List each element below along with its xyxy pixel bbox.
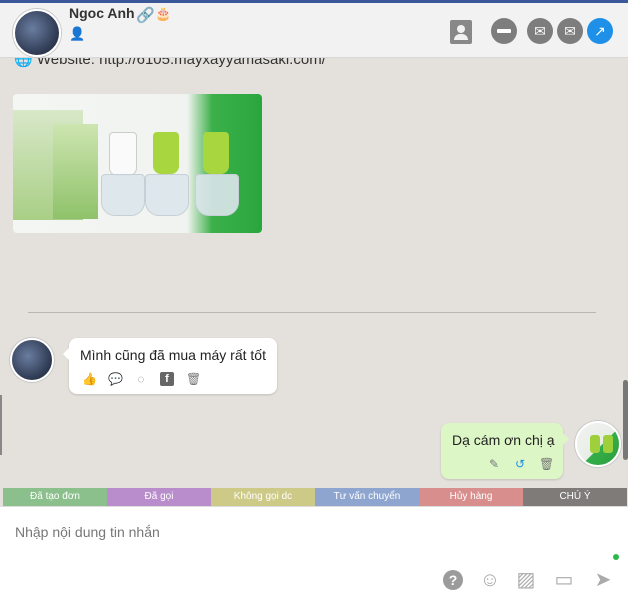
facebook-icon[interactable]: f xyxy=(160,372,174,386)
tag-consult-transfer[interactable]: Tư vấn chuyển xyxy=(315,488,419,506)
emoji-icon[interactable]: ☺ xyxy=(479,569,501,591)
birthday-cake-icon: 🎂 xyxy=(155,6,172,21)
contact-card-icon[interactable] xyxy=(450,20,472,44)
mail-button[interactable]: ✉ xyxy=(557,18,583,44)
blender-bowl xyxy=(195,174,239,216)
blender-white xyxy=(109,132,137,176)
tag-called[interactable]: Đã gọi xyxy=(107,488,211,506)
contact-avatar[interactable] xyxy=(13,9,61,57)
comment-icon[interactable]: 💬 xyxy=(108,372,123,386)
incoming-message-bubble: Mình cũng đã mua máy rất tốt 👍 💬 ◌ f 🗑 xyxy=(63,338,277,394)
trash-icon[interactable]: 🗑 xyxy=(186,372,201,386)
left-edge-handle[interactable] xyxy=(0,395,2,455)
product-image[interactable] xyxy=(13,94,262,233)
tag-bar: Đã tạo đơn Đã gọi Không gọi dc Tư vấn ch… xyxy=(3,488,627,506)
sender-avatar[interactable] xyxy=(10,338,54,382)
user-icon: 👤 xyxy=(69,26,86,41)
image-icon[interactable]: ▨ xyxy=(515,569,537,591)
message-list[interactable]: 🌐 Website: http://6105.mayxayyamasaki.co… xyxy=(0,58,628,488)
trash-icon[interactable]: 🗑 xyxy=(539,457,554,471)
website-link-text[interactable]: 🌐 Website: http://6105.mayxayyamasaki.co… xyxy=(14,58,326,68)
hide-icon[interactable]: ◌ xyxy=(134,372,148,386)
contact-name[interactable]: Ngoc Anh xyxy=(69,5,135,21)
history-icon[interactable]: ↺ xyxy=(513,457,527,471)
link-icon[interactable]: 🔗 xyxy=(136,6,155,24)
edit-icon[interactable]: ✎ xyxy=(487,457,501,471)
tag-cancel-order[interactable]: Hủy hàng xyxy=(419,488,523,506)
message-divider xyxy=(28,312,596,313)
send-icon[interactable]: ➤ xyxy=(592,569,614,591)
open-external-button[interactable]: ↗ xyxy=(587,18,613,44)
composer: ? ☺ ▨ ▭ ➤ xyxy=(0,506,628,597)
tag-created-order[interactable]: Đã tạo đơn xyxy=(3,488,107,506)
quick-reply-icon[interactable]: ▭ xyxy=(553,569,575,591)
product-box-art xyxy=(53,124,98,219)
blender-green xyxy=(153,132,179,174)
blender-green xyxy=(203,132,229,174)
outgoing-message-text: Dạ cám ơn chị ạ xyxy=(452,432,555,448)
incoming-message-text: Mình cũng đã mua máy rất tốt xyxy=(80,347,266,363)
blender-bowl xyxy=(145,174,189,216)
help-icon[interactable]: ? xyxy=(443,570,463,590)
message-input[interactable] xyxy=(0,507,620,557)
online-status-dot xyxy=(613,554,619,560)
like-icon[interactable]: 👍 xyxy=(82,372,97,386)
page-avatar[interactable] xyxy=(575,421,621,467)
block-button[interactable] xyxy=(491,18,517,44)
tag-attention[interactable]: CHÚ Ý xyxy=(523,488,627,506)
scrollbar[interactable] xyxy=(623,380,628,460)
blender-bowl xyxy=(101,174,145,216)
outgoing-message-bubble: Dạ cám ơn chị ạ ✎ ↺ 🗑 xyxy=(441,423,569,479)
chat-header: Ngoc Anh 🔗 🎂 👤 ✉ ✉ ↗ xyxy=(0,3,628,58)
tag-not-reachable[interactable]: Không gọi dc xyxy=(211,488,315,506)
open-envelope-button[interactable]: ✉ xyxy=(527,18,553,44)
